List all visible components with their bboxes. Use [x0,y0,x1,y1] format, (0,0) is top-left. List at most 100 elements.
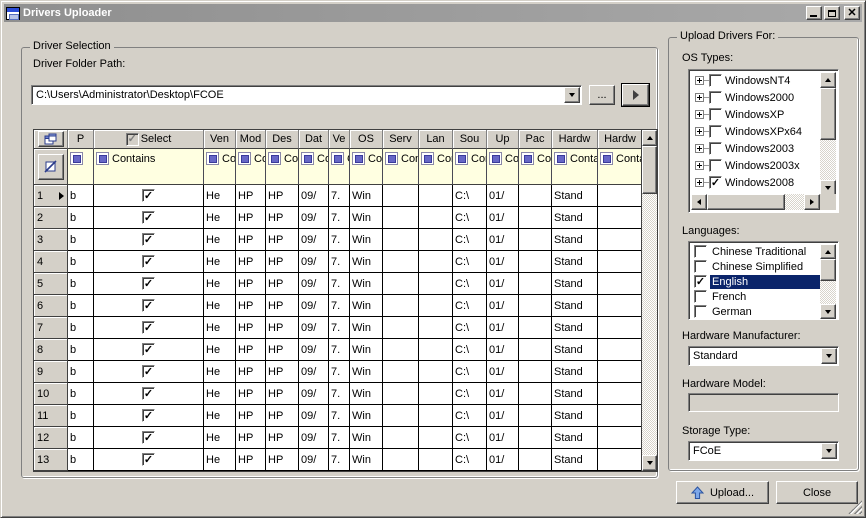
cell-dat[interactable]: 09/ [299,229,329,251]
cell-p[interactable]: b [68,427,94,449]
cell-sou[interactable]: C:\ [453,339,487,361]
cell-serv[interactable] [383,361,419,383]
cell-ven[interactable]: He [204,273,236,295]
row-select-checkbox[interactable] [142,343,155,356]
cell-des[interactable]: HP [266,317,299,339]
os-type-checkbox[interactable] [709,159,722,172]
cell-sou[interactable]: C:\ [453,229,487,251]
cell-pac[interactable] [519,229,552,251]
storage-type-dropdown-button[interactable] [821,443,837,459]
column-header-hardw-2[interactable]: Hardw [598,130,641,149]
upload-button[interactable]: Upload... [676,481,769,504]
cell-ven[interactable]: He [204,361,236,383]
cell-p[interactable]: b [68,339,94,361]
cell-des[interactable]: HP [266,251,299,273]
cell-sou[interactable]: C:\ [453,185,487,207]
filter-condition-icon[interactable] [455,152,468,165]
cell-pac[interactable] [519,383,552,405]
cell-lan[interactable] [419,449,453,471]
expand-plus-icon[interactable] [695,161,704,170]
row-select-checkbox[interactable] [142,409,155,422]
os-type-label[interactable]: Windows2000 [725,92,794,104]
cell-serv[interactable] [383,251,419,273]
os-type-label[interactable]: WindowsNT4 [725,75,790,87]
column-header-p[interactable]: P [68,130,94,149]
filter-condition-icon[interactable] [70,152,83,165]
cell-ven[interactable]: He [204,185,236,207]
cell-select[interactable] [94,339,204,361]
cell-hardw1[interactable]: Stand [552,427,598,449]
cell-ven[interactable]: He [204,449,236,471]
cell-os[interactable]: Win [350,273,383,295]
cell-serv[interactable] [383,229,419,251]
cell-sou[interactable]: C:\ [453,207,487,229]
filter-cell-pac[interactable]: Contains [519,149,552,185]
run-scan-button[interactable] [622,84,649,106]
cell-os[interactable]: Win [350,361,383,383]
language-item-german[interactable]: German [691,304,820,319]
folder-path-dropdown-button[interactable] [564,87,580,103]
filter-cell-des[interactable]: Contains [266,149,299,185]
cell-ven[interactable]: He [204,317,236,339]
os-type-checkbox[interactable] [709,108,722,121]
filter-cell-dat[interactable]: Contains [299,149,329,185]
folder-path-combobox[interactable]: C:\Users\Administrator\Desktop\FCOE [31,85,582,105]
cell-ven[interactable]: He [204,405,236,427]
cell-ve[interactable]: 7. [329,251,350,273]
resize-grip[interactable] [848,500,862,514]
row-select-checkbox[interactable] [142,321,155,334]
column-header-sou[interactable]: Sou [453,130,487,149]
cell-serv[interactable] [383,207,419,229]
column-header-serv[interactable]: Serv [383,130,419,149]
grid-scroll-down-button[interactable] [642,455,657,471]
cell-des[interactable]: HP [266,427,299,449]
cell-pac[interactable] [519,339,552,361]
tree-scroll-right-button[interactable] [804,194,820,210]
row-header-cell[interactable]: 10 [34,383,68,405]
cell-mod[interactable]: HP [236,383,266,405]
cell-hardw1[interactable]: Stand [552,361,598,383]
hardware-model-field[interactable] [688,393,839,412]
cell-hardw2[interactable] [598,229,641,251]
cell-hardw1[interactable]: Stand [552,339,598,361]
language-label[interactable]: Chinese Simplified [710,260,820,274]
row-header-cell[interactable]: 3 [34,229,68,251]
cell-select[interactable] [94,229,204,251]
row-select-checkbox[interactable] [142,211,155,224]
cell-ven[interactable]: He [204,427,236,449]
tree-scroll-left-button[interactable] [691,194,707,210]
filter-condition-icon[interactable] [385,152,398,165]
cell-p[interactable]: b [68,405,94,427]
cell-dat[interactable]: 09/ [299,405,329,427]
language-item-french[interactable]: French [691,289,820,304]
cell-hardw2[interactable] [598,339,641,361]
cell-select[interactable] [94,185,204,207]
cell-p[interactable]: b [68,251,94,273]
cell-hardw1[interactable]: Stand [552,273,598,295]
languages-vertical-scrollbar[interactable] [820,244,836,319]
cell-lan[interactable] [419,427,453,449]
cell-mod[interactable]: HP [236,449,266,471]
cell-sou[interactable]: C:\ [453,273,487,295]
cell-p[interactable]: b [68,383,94,405]
cell-mod[interactable]: HP [236,251,266,273]
expand-plus-icon[interactable] [695,76,704,85]
filter-cell-sou[interactable]: Contains [453,149,487,185]
os-type-checkbox[interactable] [709,142,722,155]
cell-dat[interactable]: 09/ [299,339,329,361]
cell-ve[interactable]: 7. [329,383,350,405]
cell-select[interactable] [94,295,204,317]
cell-up[interactable]: 01/ [487,427,519,449]
cell-serv[interactable] [383,449,419,471]
filter-cell-hardw[interactable]: Contains [552,149,598,185]
column-header-select[interactable]: Select [94,130,204,149]
cell-hardw2[interactable] [598,207,641,229]
cell-pac[interactable] [519,295,552,317]
language-checkbox[interactable] [694,275,707,288]
cell-pac[interactable] [519,207,552,229]
row-select-checkbox[interactable] [142,277,155,290]
cell-p[interactable]: b [68,361,94,383]
cell-serv[interactable] [383,295,419,317]
cell-des[interactable]: HP [266,339,299,361]
select-all-checkbox[interactable] [126,133,139,146]
